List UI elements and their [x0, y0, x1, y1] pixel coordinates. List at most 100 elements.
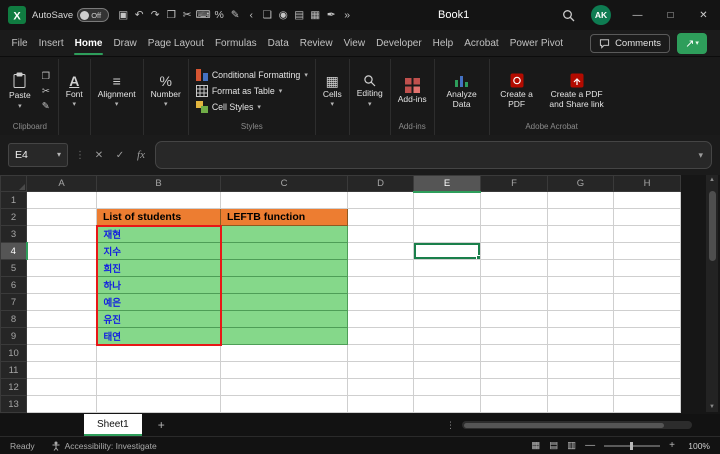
- cell-C4[interactable]: [220, 242, 348, 260]
- cell-G6[interactable]: [547, 276, 614, 294]
- cell-B2[interactable]: List of students: [96, 208, 221, 226]
- cell-G9[interactable]: [547, 327, 614, 345]
- cell-H9[interactable]: [613, 327, 681, 345]
- row-header-7[interactable]: 7: [0, 293, 27, 311]
- add-sheet-button[interactable]: +: [158, 418, 165, 432]
- cell-H11[interactable]: [613, 361, 681, 379]
- tab-review[interactable]: Review: [294, 30, 338, 56]
- cell-C3[interactable]: [220, 225, 348, 243]
- select-all-button[interactable]: [0, 175, 27, 192]
- tab-data[interactable]: Data: [262, 30, 294, 56]
- cell-E6[interactable]: [413, 276, 481, 294]
- accessibility-status[interactable]: Accessibility: Investigate: [51, 441, 157, 451]
- tab-page-layout[interactable]: Page Layout: [142, 30, 209, 56]
- horizontal-scrollbar[interactable]: [462, 421, 692, 429]
- cell-C13[interactable]: [220, 395, 348, 413]
- pin-icon[interactable]: ◉: [275, 0, 291, 30]
- cell-H2[interactable]: [613, 208, 681, 226]
- horizontal-scroll-thumb[interactable]: [464, 422, 664, 428]
- format-as-table-button[interactable]: Format as Table ▾: [193, 84, 311, 99]
- tab-acrobat[interactable]: Acrobat: [459, 30, 504, 56]
- share-button[interactable]: ↗ ▾: [677, 32, 707, 54]
- cell-E1[interactable]: [413, 191, 481, 209]
- format-painter-button[interactable]: ✎: [38, 101, 54, 112]
- cell-E3[interactable]: [413, 225, 481, 243]
- normal-view-button[interactable]: ▦: [531, 440, 540, 451]
- row-header-5[interactable]: 5: [0, 259, 27, 277]
- formula-input[interactable]: ▾: [155, 141, 712, 169]
- copy-icon[interactable]: ❐: [163, 0, 179, 30]
- analyze-data-button[interactable]: Analyze Data: [439, 72, 485, 111]
- cell-A8[interactable]: [26, 310, 97, 328]
- cell-G2[interactable]: [547, 208, 614, 226]
- tab-insert[interactable]: Insert: [33, 30, 69, 56]
- cell-E10[interactable]: [413, 344, 481, 362]
- cell-B10[interactable]: [96, 344, 221, 362]
- cell-C10[interactable]: [220, 344, 348, 362]
- cell-C12[interactable]: [220, 378, 348, 396]
- user-avatar[interactable]: AK: [591, 5, 611, 25]
- cell-E7[interactable]: [413, 293, 481, 311]
- cell-F11[interactable]: [480, 361, 548, 379]
- cell-D1[interactable]: [347, 191, 414, 209]
- cell-A9[interactable]: [26, 327, 97, 345]
- vertical-scroll-thumb[interactable]: [708, 191, 716, 261]
- cell-F4[interactable]: [480, 242, 548, 260]
- cell-D10[interactable]: [347, 344, 414, 362]
- cell-A6[interactable]: [26, 276, 97, 294]
- cell-F3[interactable]: [480, 225, 548, 243]
- cell-H8[interactable]: [613, 310, 681, 328]
- cell-G8[interactable]: [547, 310, 614, 328]
- excel-logo-icon[interactable]: X: [8, 6, 26, 24]
- cell-F9[interactable]: [480, 327, 548, 345]
- cell-B3[interactable]: 재현: [95, 224, 222, 243]
- row-header-1[interactable]: 1: [0, 191, 27, 209]
- create-pdf-share-button[interactable]: Create a PDF and Share link: [544, 72, 610, 111]
- cell-A3[interactable]: [26, 225, 97, 243]
- cell-H13[interactable]: [613, 395, 681, 413]
- cell-H4[interactable]: [613, 242, 681, 260]
- cell-C11[interactable]: [220, 361, 348, 379]
- create-pdf-button[interactable]: Create a PDF: [494, 72, 540, 111]
- cell-A10[interactable]: [26, 344, 97, 362]
- cell-G1[interactable]: [547, 191, 614, 209]
- cell-B12[interactable]: [96, 378, 221, 396]
- expand-formula-bar-icon[interactable]: ▾: [698, 150, 703, 161]
- cell-G13[interactable]: [547, 395, 614, 413]
- cell-E9[interactable]: [413, 327, 481, 345]
- tab-scroll-splitter[interactable]: ⋮: [446, 420, 455, 431]
- scroll-up-icon[interactable]: ▲: [709, 177, 715, 183]
- cell-F5[interactable]: [480, 259, 548, 277]
- redo-icon[interactable]: ↷: [147, 0, 163, 30]
- cell-A7[interactable]: [26, 293, 97, 311]
- addins-button[interactable]: Add-ins: [395, 77, 430, 106]
- cell-H12[interactable]: [613, 378, 681, 396]
- cell-D8[interactable]: [347, 310, 414, 328]
- page-break-view-button[interactable]: ▥: [567, 440, 576, 451]
- cell-B11[interactable]: [96, 361, 221, 379]
- row-header-8[interactable]: 8: [0, 310, 27, 328]
- column-header-G[interactable]: G: [547, 175, 614, 192]
- row-header-13[interactable]: 13: [0, 395, 27, 413]
- cell-D11[interactable]: [347, 361, 414, 379]
- maximize-button[interactable]: □: [654, 0, 687, 30]
- cell-C7[interactable]: [220, 293, 348, 311]
- cell-D3[interactable]: [347, 225, 414, 243]
- cell-B9[interactable]: 태연: [95, 327, 222, 346]
- cell-E4[interactable]: [413, 242, 481, 260]
- cell-G7[interactable]: [547, 293, 614, 311]
- conditional-formatting-button[interactable]: Conditional Formatting ▾: [193, 68, 311, 83]
- cell-A5[interactable]: [26, 259, 97, 277]
- column-header-H[interactable]: H: [613, 175, 681, 192]
- cell-D9[interactable]: [347, 327, 414, 345]
- zoom-out-button[interactable]: —: [585, 440, 595, 451]
- cell-D2[interactable]: [347, 208, 414, 226]
- zoom-in-button[interactable]: +: [669, 440, 675, 451]
- cell-B13[interactable]: [96, 395, 221, 413]
- column-header-B[interactable]: B: [96, 175, 221, 192]
- tab-developer[interactable]: Developer: [371, 30, 428, 56]
- paste-button[interactable]: Paste ▾: [6, 71, 34, 111]
- cell-C5[interactable]: [220, 259, 348, 277]
- column-header-E[interactable]: E: [413, 175, 481, 193]
- cell-G10[interactable]: [547, 344, 614, 362]
